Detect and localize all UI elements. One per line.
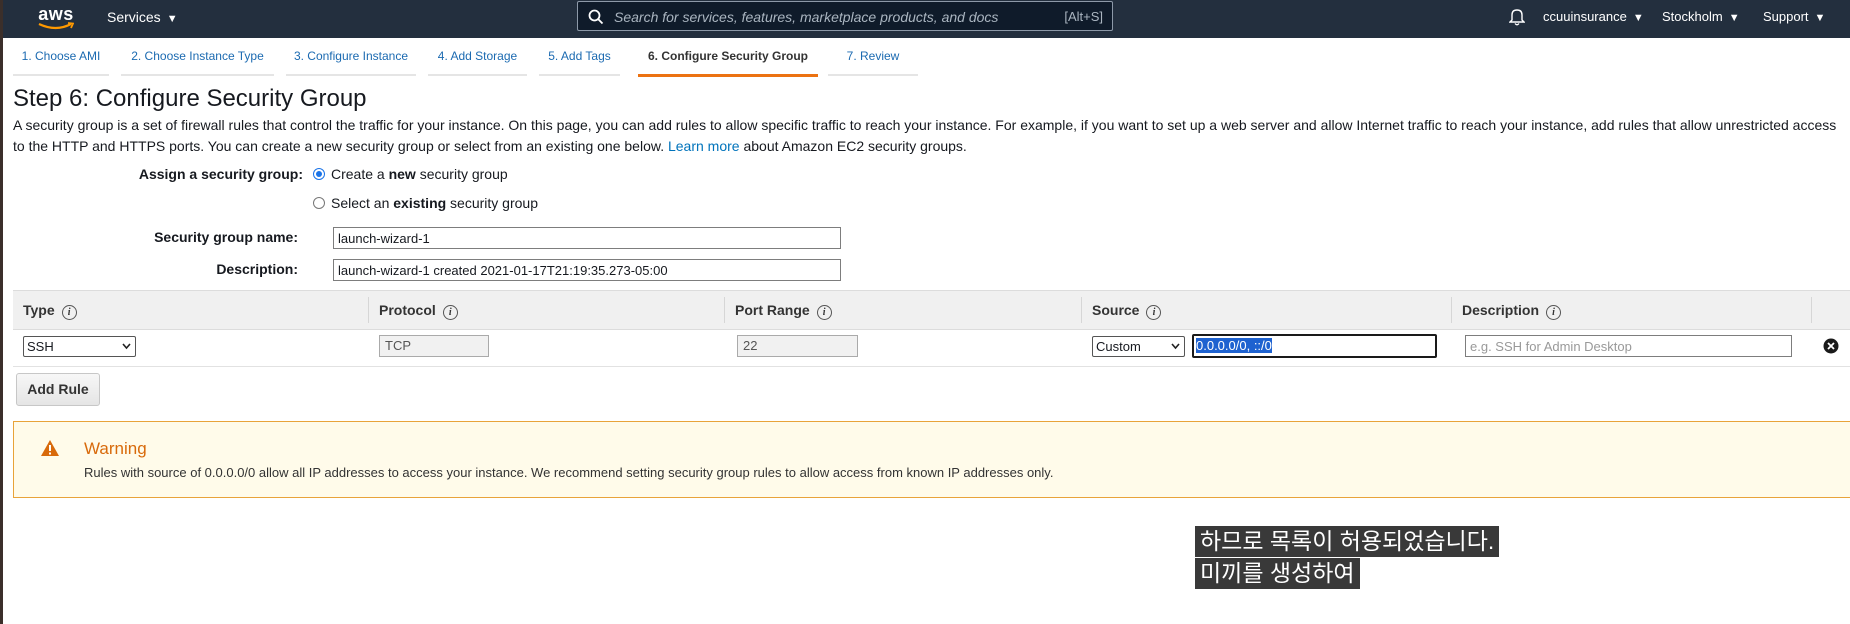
radio-create-bold: new — [388, 166, 416, 182]
tab-choose-ami[interactable]: 1. Choose AMI — [13, 38, 109, 76]
services-label: Services — [107, 9, 161, 25]
support-label: Support — [1763, 9, 1809, 24]
radio-existing-pre: Select an — [331, 195, 394, 211]
search-box[interactable]: [Alt+S] — [577, 1, 1113, 31]
region-label: Stockholm — [1662, 9, 1723, 24]
protocol-field: TCP — [379, 335, 489, 357]
add-rule-button[interactable]: Add Rule — [16, 373, 100, 406]
top-nav: aws Services ▼ [Alt+S] ccuuinsurance ▼ Sto… — [0, 0, 1850, 38]
tab-add-tags[interactable]: 5. Add Tags — [539, 38, 620, 76]
bell-icon[interactable] — [1509, 8, 1525, 26]
radio-button-selected[interactable] — [313, 168, 325, 180]
info-icon[interactable]: i — [1546, 305, 1562, 320]
warning-banner: Warning Rules with source of 0.0.0.0/0 a… — [13, 421, 1850, 498]
col-protocol-label: Protocol — [379, 302, 436, 318]
aws-logo[interactable]: aws — [34, 2, 78, 34]
description-label: Description: — [216, 261, 298, 277]
group-name-input[interactable] — [333, 227, 841, 249]
caret-down-icon: ▼ — [1728, 12, 1740, 24]
tab-review[interactable]: 7. Review — [828, 38, 918, 76]
page-title: Step 6: Configure Security Group — [13, 85, 367, 112]
remove-rule-icon[interactable] — [1823, 338, 1839, 354]
col-source: Source i — [1092, 291, 1162, 329]
intro-tail: about Amazon EC2 security groups. — [743, 138, 967, 154]
tab-add-storage[interactable]: 4. Add Storage — [428, 38, 527, 76]
col-type-label: Type — [23, 302, 55, 318]
port-range-field: 22 — [737, 335, 858, 357]
warning-body: Rules with source of 0.0.0.0/0 allow all… — [84, 465, 1054, 480]
aws-smile-icon — [38, 22, 74, 30]
rule-description-input[interactable] — [1465, 335, 1792, 357]
column-divider — [724, 297, 725, 323]
account-label: ccuuinsurance — [1543, 9, 1627, 24]
intro-paragraph: A security group is a set of firewall ru… — [13, 115, 1843, 157]
radio-create-pre: Create a — [331, 166, 389, 182]
tab-configure-instance[interactable]: 3. Configure Instance — [286, 38, 416, 76]
caret-down-icon: ▼ — [1814, 12, 1826, 24]
warning-title: Warning — [84, 439, 147, 458]
info-icon[interactable]: i — [442, 305, 458, 320]
subtitle-line-1: 하므로 목록이 허용되었습니다. — [1195, 526, 1500, 557]
col-protocol: Protocol i — [379, 291, 458, 329]
type-select[interactable]: SSH — [23, 336, 136, 357]
col-port-range: Port Range i — [735, 291, 832, 329]
column-divider — [1451, 297, 1452, 323]
column-divider — [1811, 297, 1812, 323]
rules-table-header: Type i Protocol i Port Range i Source i Desc… — [13, 290, 1850, 330]
radio-existing-post: security group — [446, 195, 538, 211]
radio-existing-bold: existing — [393, 195, 447, 211]
col-description-label: Description — [1462, 302, 1540, 318]
subtitle-line-2: 미끼를 생성하여 — [1195, 558, 1360, 589]
wizard-steps: 1. Choose AMI 2. Choose Instance Type 3.… — [0, 38, 1850, 77]
support-menu[interactable]: Support ▼ — [1763, 9, 1825, 24]
type-select-value: SSH — [27, 339, 54, 354]
col-source-label: Source — [1092, 302, 1140, 318]
source-cidr-input[interactable]: 0.0.0.0/0, ::/0 — [1192, 334, 1437, 358]
tab-choose-instance-type[interactable]: 2. Choose Instance Type — [121, 38, 274, 76]
chevron-down-icon — [122, 343, 131, 350]
warning-icon — [41, 440, 59, 456]
column-divider — [368, 297, 369, 323]
radio-select-existing[interactable]: Select an existing security group — [313, 195, 538, 211]
left-edge-strip — [0, 0, 3, 624]
col-port-range-label: Port Range — [735, 302, 810, 318]
source-mode-select[interactable]: Custom — [1092, 336, 1185, 357]
caret-down-icon: ▼ — [1632, 12, 1644, 24]
chevron-down-icon — [1171, 343, 1180, 350]
source-mode-value: Custom — [1096, 339, 1141, 354]
learn-more-link[interactable]: Learn more — [668, 138, 740, 154]
column-divider — [1081, 297, 1082, 323]
source-cidr-selected-text: 0.0.0.0/0, ::/0 — [1196, 338, 1272, 353]
radio-create-new[interactable]: Create a new security group — [313, 166, 508, 182]
assign-group-label: Assign a security group: — [138, 166, 303, 182]
radio-button[interactable] — [313, 197, 325, 209]
services-menu[interactable]: Services ▼ — [107, 9, 178, 25]
info-icon[interactable]: i — [816, 305, 832, 320]
subtitle-overlay: 하므로 목록이 허용되었습니다. 미끼를 생성하여 — [1195, 526, 1500, 590]
description-input[interactable] — [333, 259, 841, 281]
col-description: Description i — [1462, 291, 1562, 329]
search-icon — [588, 9, 604, 25]
info-icon[interactable]: i — [1146, 305, 1162, 320]
search-shortcut-hint: [Alt+S] — [1064, 9, 1103, 24]
caret-down-icon: ▼ — [166, 13, 178, 25]
info-icon[interactable]: i — [61, 305, 77, 320]
tab-configure-security-group[interactable]: 6. Configure Security Group — [638, 38, 818, 77]
account-menu[interactable]: ccuuinsurance ▼ — [1543, 9, 1644, 24]
col-type: Type i — [23, 291, 77, 329]
group-name-label: Security group name: — [154, 229, 298, 245]
search-input[interactable] — [612, 6, 1036, 28]
region-menu[interactable]: Stockholm ▼ — [1662, 9, 1740, 24]
radio-create-post: security group — [415, 166, 508, 182]
